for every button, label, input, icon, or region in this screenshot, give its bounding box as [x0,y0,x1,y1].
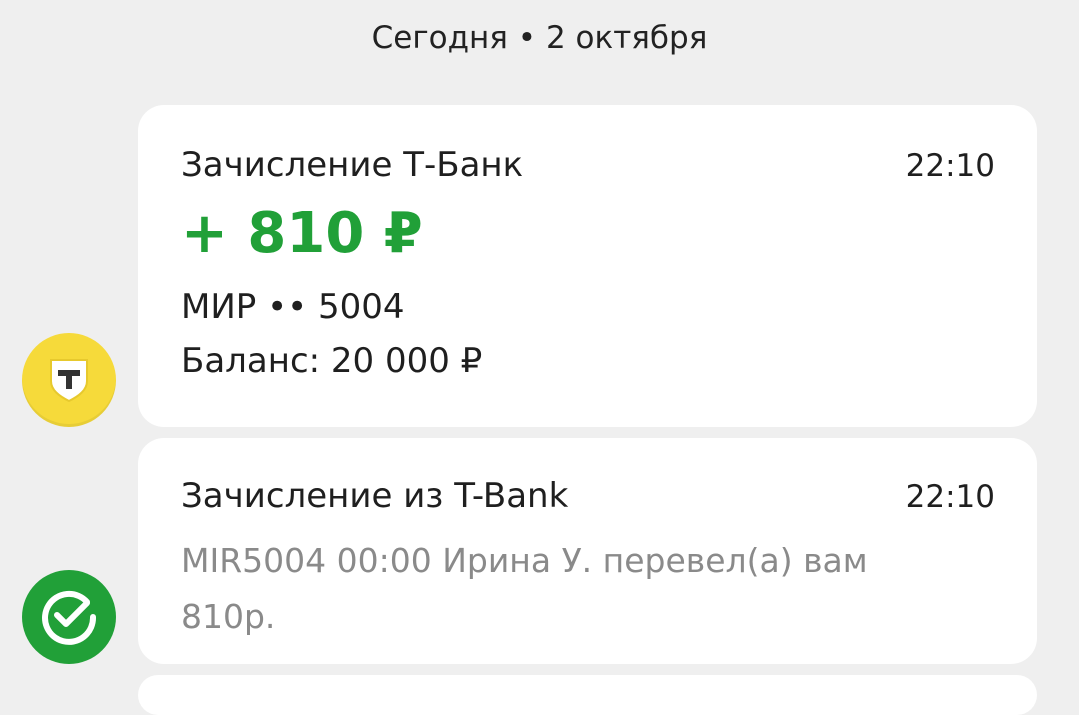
date-header: Сегодня • 2 октября [371,20,708,56]
sber-check-icon [42,590,97,645]
transaction-message: MIR5004 00:00 Ирина У. перевел(а) вам 81… [181,541,868,636]
tbank-shield-icon [50,359,88,403]
balance-text: Баланс: 20 000 ₽ [181,341,483,381]
next-transaction-card[interactable] [138,675,1037,715]
transaction-title: Зачисление из T-Bank [181,476,569,516]
transaction-title: Зачисление Т-Банк [181,145,524,185]
card-info: МИР •• 5004 [181,287,405,327]
sber-avatar[interactable] [22,570,116,664]
transaction-card-tbank[interactable]: Зачисление Т-Банк 22:10 + 810 ₽ МИР •• 5… [138,105,1037,427]
tbank-avatar[interactable] [22,333,116,427]
transaction-time: 22:10 [905,148,995,184]
transaction-time: 22:10 [905,479,995,515]
transaction-amount: + 810 ₽ [181,201,423,266]
transaction-card-sms[interactable]: Зачисление из T-Bank 22:10 MIR5004 00:00… [138,438,1037,664]
